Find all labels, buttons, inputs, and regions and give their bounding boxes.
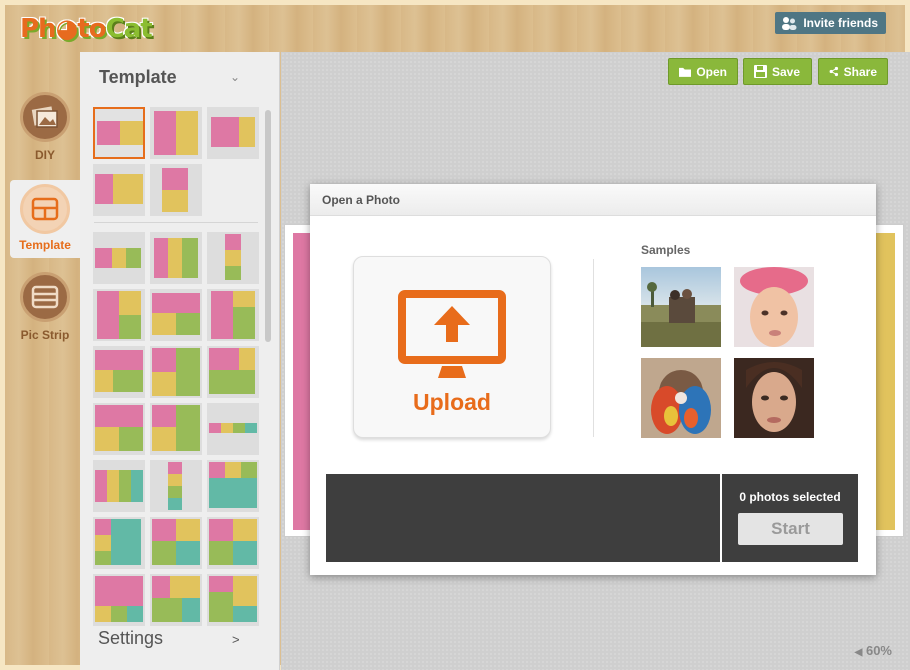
left-rail: DIY Template Pic Strip bbox=[10, 52, 80, 670]
template-thumb[interactable] bbox=[93, 232, 145, 284]
app-frame: Ph◕toCat Invite friends DIY Template Pic… bbox=[0, 0, 910, 670]
template-thumb[interactable] bbox=[93, 164, 145, 216]
upload-monitor-icon bbox=[398, 290, 506, 378]
share-icon bbox=[829, 66, 839, 77]
panel-title: Template bbox=[99, 67, 177, 87]
chevron-down-icon[interactable]: ⌄ bbox=[230, 70, 240, 84]
panel-divider bbox=[94, 222, 258, 223]
settings-section-label[interactable]: Settings bbox=[98, 628, 163, 649]
folder-icon bbox=[679, 67, 692, 77]
invite-friends-button[interactable]: Invite friends bbox=[775, 12, 886, 34]
tray-divider bbox=[720, 474, 722, 562]
share-button[interactable]: Share bbox=[818, 58, 888, 85]
collage-cell-yellow[interactable] bbox=[875, 233, 895, 530]
template-thumb[interactable] bbox=[150, 232, 202, 284]
sample-photo-woman[interactable] bbox=[734, 358, 814, 438]
start-button[interactable]: Start bbox=[738, 513, 843, 545]
samples-label: Samples bbox=[641, 243, 691, 257]
rail-item-label: Template bbox=[19, 238, 71, 252]
template-thumb[interactable] bbox=[150, 517, 202, 569]
template-thumb[interactable] bbox=[207, 460, 259, 512]
template-thumb[interactable] bbox=[93, 403, 145, 455]
floppy-disk-icon bbox=[754, 65, 767, 78]
top-bar: Ph◕toCat Invite friends bbox=[10, 10, 910, 52]
template-thumb[interactable] bbox=[93, 289, 145, 341]
logo-cat-face-icon: ◕ bbox=[55, 14, 79, 44]
sample-photo-painted-hands[interactable] bbox=[641, 358, 721, 438]
template-thumb[interactable] bbox=[207, 232, 259, 284]
sample-photo-landscape[interactable] bbox=[641, 267, 721, 347]
share-label: Share bbox=[843, 64, 877, 79]
template-thumb[interactable] bbox=[150, 164, 202, 216]
chevron-right-icon[interactable]: > bbox=[232, 632, 240, 647]
template-thumb[interactable] bbox=[150, 403, 202, 455]
template-thumb[interactable] bbox=[93, 346, 145, 398]
template-thumb[interactable] bbox=[93, 517, 145, 569]
open-button[interactable]: Open bbox=[668, 58, 738, 85]
template-thumb[interactable] bbox=[150, 460, 202, 512]
template-thumb[interactable] bbox=[150, 289, 202, 341]
template-thumb[interactable] bbox=[207, 107, 259, 159]
rail-item-label: Pic Strip bbox=[20, 328, 70, 342]
rail-item-pic-strip[interactable]: Pic Strip bbox=[10, 272, 80, 352]
template-thumb[interactable] bbox=[207, 517, 259, 569]
template-thumb[interactable] bbox=[207, 403, 259, 455]
template-layout-icon bbox=[20, 184, 70, 234]
template-thumb[interactable] bbox=[150, 346, 202, 398]
photocat-logo[interactable]: Ph◕toCat bbox=[20, 14, 153, 48]
template-thumb[interactable] bbox=[207, 346, 259, 398]
save-label: Save bbox=[772, 64, 801, 79]
upload-button[interactable]: Upload bbox=[353, 256, 551, 438]
save-button[interactable]: Save bbox=[743, 58, 812, 85]
template-panel: Template ⌄ Settings > bbox=[80, 52, 280, 670]
zoom-caret-left-icon[interactable]: ◀ bbox=[855, 647, 863, 658]
dialog-title: Open a Photo bbox=[310, 184, 876, 216]
template-thumb[interactable] bbox=[93, 460, 145, 512]
sample-photo-girl[interactable] bbox=[734, 267, 814, 347]
open-label: Open bbox=[696, 64, 727, 79]
rail-item-diy[interactable]: DIY bbox=[10, 92, 80, 172]
rail-item-label: DIY bbox=[34, 148, 55, 162]
template-thumb[interactable] bbox=[207, 289, 259, 341]
template-thumb[interactable] bbox=[150, 107, 202, 159]
rail-item-template[interactable]: Template bbox=[10, 180, 80, 258]
pic-strip-icon bbox=[20, 272, 70, 322]
template-thumb[interactable] bbox=[150, 574, 202, 626]
open-photo-dialog: Open a Photo Upload Samples 0 photos sel… bbox=[310, 184, 876, 575]
selected-photos-tray: 0 photos selected Start bbox=[326, 474, 858, 562]
photos-icon bbox=[20, 92, 70, 142]
photos-selected-count: 0 photos selected bbox=[739, 490, 841, 504]
dialog-divider bbox=[593, 259, 594, 437]
zoom-indicator[interactable]: ◀ 60% bbox=[855, 643, 892, 658]
template-thumb[interactable] bbox=[207, 574, 259, 626]
zoom-value: 60% bbox=[865, 643, 892, 658]
template-thumb[interactable] bbox=[93, 574, 145, 626]
invite-friends-label: Invite friends bbox=[803, 16, 878, 30]
panel-scrollbar[interactable] bbox=[265, 110, 271, 342]
template-thumb[interactable] bbox=[93, 107, 145, 159]
people-icon bbox=[782, 17, 797, 30]
upload-label: Upload bbox=[413, 389, 491, 415]
